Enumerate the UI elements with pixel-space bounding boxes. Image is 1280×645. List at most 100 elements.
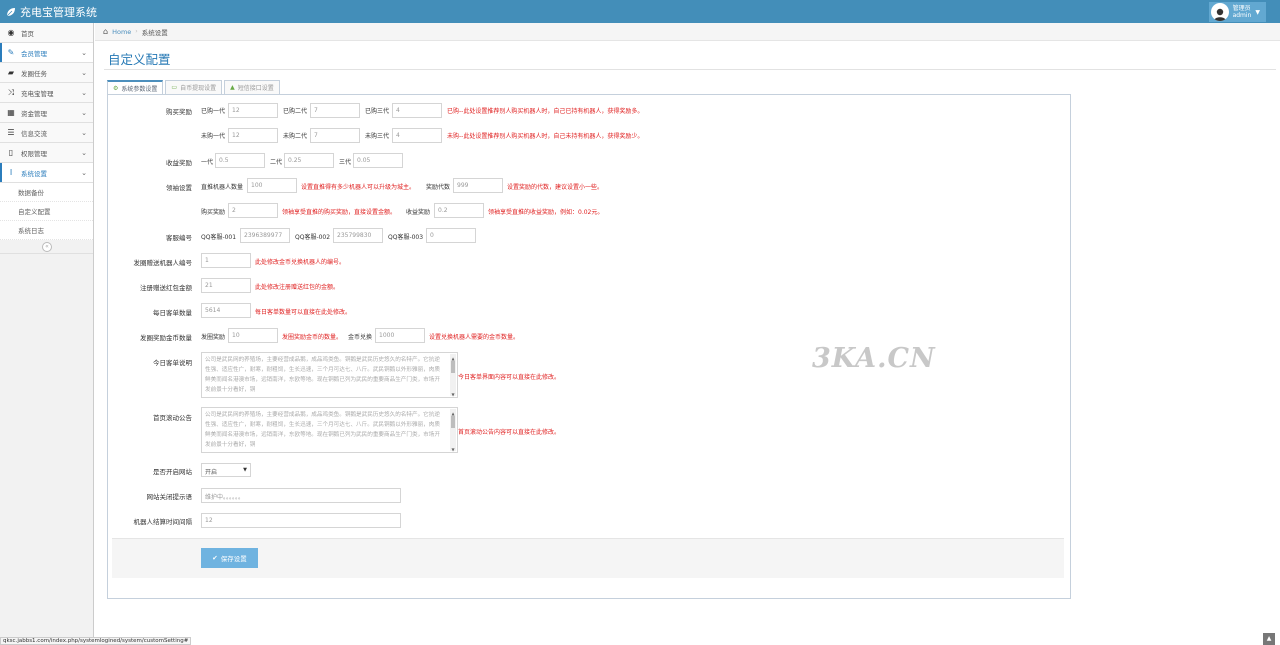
sidebar-item-home[interactable]: ◉ 首页 (0, 23, 93, 43)
site-open-select[interactable]: 开启 ▼ (201, 463, 251, 477)
leader-direct-count-input[interactable]: 100 (247, 178, 297, 193)
sidebar-item-label: 发圈任务 (21, 69, 47, 78)
settings-tabs: ⚙ 系统参数设置 ▭ 自币提现设置 ▲ 短信接口设置 (107, 80, 282, 95)
sidebar-item-label: 资金管理 (21, 109, 47, 118)
page-title: 自定义配置 (108, 52, 171, 67)
book-icon: ▰ (7, 68, 15, 77)
purchase-bought-2-input[interactable]: 7 (310, 103, 360, 118)
chevron-down-icon: ⌄ (81, 148, 87, 157)
robot-settle-label: 机器人结算时间间隔 (133, 518, 193, 526)
status-url: qksc.jabbs1.com/index.php/systemlogined/… (0, 637, 192, 645)
income-3-input[interactable]: 0.05 (353, 153, 403, 168)
scroll-top-icon[interactable]: ▲ (1263, 633, 1275, 645)
today-desc-textarea[interactable]: 公司是武民网的养殖场，主要经营成品鹅，成品鸡类鱼。铜鹅是武民历史悠久的名特产。它… (201, 352, 458, 398)
tab-sms[interactable]: ▲ 短信接口设置 (224, 80, 280, 94)
share-coins-exchange-input[interactable]: 1000 (375, 328, 425, 343)
daily-orders-label: 每日客单数量 (153, 309, 192, 317)
sidebar-item-system[interactable]: Ⅰ 系统设置 ⌄ (0, 163, 93, 183)
purchase-unbought-2-input[interactable]: 7 (310, 128, 360, 143)
leader-income-hint: 领袖享受直推的收益奖励，例如：0.02元。 (488, 209, 604, 216)
sidebar-item-label: 会员管理 (21, 49, 47, 58)
file-icon: ▯ (8, 148, 14, 157)
share-coins-reward-input[interactable]: 10 (228, 328, 278, 343)
user-menu[interactable]: 管理员 admin ▼ (1208, 2, 1266, 22)
tab-withdraw[interactable]: ▭ 自币提现设置 (165, 80, 223, 94)
leaf-icon (6, 8, 15, 17)
sidebar-item-label: 权限管理 (21, 149, 47, 158)
breadcrumb-home-link[interactable]: Home (112, 28, 131, 36)
purchase-unbought-2-prefix: 未购二代 (283, 133, 308, 140)
sidebar-item-powerbank[interactable]: ⤨ 充电宝管理 ⌄ (0, 83, 93, 103)
service-qq-3-input[interactable]: 0 (426, 228, 476, 243)
credit-card-icon: ▭ (171, 84, 178, 91)
sidebar-item-label: 首页 (21, 29, 34, 38)
purchase-unbought-hint: 未购--此处设置推荐别人购买机器人时，自己未持有机器人，获得奖励少。 (447, 133, 644, 140)
tab-system-params[interactable]: ⚙ 系统参数设置 (107, 80, 164, 95)
chevron-down-icon: ⌄ (81, 68, 87, 77)
chevron-down-icon: ⌄ (81, 128, 87, 137)
breadcrumb: ⌂ Home › 系统设置 (95, 23, 1280, 41)
home-notice-textarea[interactable]: 公司是武民网的养殖场，主要经营成品鹅，成品鸡类鱼。铜鹅是武民历史悠久的名特产。它… (201, 407, 458, 453)
purchase-bought-1-prefix: 已购一代 (201, 108, 226, 115)
purchase-unbought-3-input[interactable]: 4 (392, 128, 442, 143)
leader-direct-count-prefix: 直推机器人数量 (201, 184, 244, 191)
cogs-icon: ⚙ (113, 85, 119, 92)
income-1-input[interactable]: 0.5 (215, 153, 265, 168)
sidebar-item-messages[interactable]: ☰ 信息交流 ⌄ (0, 123, 93, 143)
income-2-input[interactable]: 0.25 (284, 153, 334, 168)
register-bonus-input[interactable]: 21 (201, 278, 251, 293)
sidebar-item-tasks[interactable]: ▰ 发圈任务 ⌄ (0, 63, 93, 83)
tab-label: 自币提现设置 (180, 85, 217, 92)
purchase-unbought-1-input[interactable]: 12 (228, 128, 278, 143)
share-robot-input[interactable]: 1 (201, 253, 251, 268)
textarea-scrollbar[interactable]: ▲ ▼ (450, 354, 456, 397)
service-qq-2-input[interactable]: 235799830 (333, 228, 383, 243)
sidebar-subitem-logs[interactable]: 系统日志 (0, 221, 93, 240)
daily-orders-input[interactable]: 5614 (201, 303, 251, 318)
leader-generations-input[interactable]: 999 (453, 178, 503, 193)
title-divider (104, 69, 1276, 70)
service-qq-1-input[interactable]: 2396389977 (240, 228, 290, 243)
leader-generations-prefix: 奖励代数 (426, 184, 451, 191)
brand-title: 充电宝管理系统 (20, 6, 97, 19)
purchase-bought-3-input[interactable]: 4 (392, 103, 442, 118)
home-notice-label: 首页滚动公告 (153, 414, 192, 422)
textarea-scrollbar[interactable]: ▲ ▼ (450, 409, 456, 452)
share-coins-reward-hint: 发圈奖励金币的数量。 (282, 334, 343, 341)
tab-label: 短信接口设置 (237, 85, 274, 92)
caret-down-icon: ▼ (1255, 8, 1260, 16)
chevron-down-icon: ⌄ (81, 88, 87, 97)
user-name: admin (1232, 12, 1252, 19)
close-tip-input[interactable]: 维护中。。。。。。 (201, 488, 401, 503)
user-role: 管理员 (1232, 5, 1251, 12)
sidebar-collapse: « (0, 240, 93, 254)
save-button-label: 保存设置 (220, 555, 247, 563)
sidebar-item-permissions[interactable]: ▯ 权限管理 ⌄ (0, 143, 93, 163)
leader-purchase-prefix: 购买奖励 (201, 209, 226, 216)
sidebar-subitem-backup[interactable]: 数据备份 (0, 183, 93, 202)
register-bonus-label: 注册赠送红包金额 (140, 284, 192, 292)
purchase-bought-1-input[interactable]: 12 (228, 103, 278, 118)
leader-income-input[interactable]: 0.2 (434, 203, 484, 218)
brand[interactable]: 充电宝管理系统 (6, 4, 97, 20)
leader-income-prefix: 收益奖励 (406, 209, 431, 216)
income-1-prefix: 一代 (201, 159, 214, 166)
leader-label: 领袖设置 (166, 184, 192, 192)
tab-label: 系统参数设置 (121, 86, 158, 93)
robot-settle-input[interactable]: 12 (201, 513, 401, 528)
sidebar-subitem-custom-config[interactable]: 自定义配置 (0, 202, 93, 221)
tachometer-icon: ◉ (7, 28, 15, 37)
save-button[interactable]: ✔ 保存设置 (201, 548, 258, 568)
purchase-unbought-1-prefix: 未购一代 (201, 133, 226, 140)
list-icon: ☰ (7, 128, 15, 137)
sidebar-item-label: 充电宝管理 (21, 89, 54, 98)
sidebar-item-funds[interactable]: ▦ 资金管理 ⌄ (0, 103, 93, 123)
sidebar-item-members[interactable]: ✎ 会员管理 ⌄ (0, 43, 93, 63)
chevron-down-icon: ⌄ (81, 48, 87, 57)
today-desc-hint: 今日客单界面内容可以直接在此修改。 (458, 374, 561, 381)
share-coins-label: 发圈奖励金币数量 (140, 334, 192, 342)
leader-purchase-input[interactable]: 2 (228, 203, 278, 218)
breadcrumb-current: 系统设置 (141, 28, 168, 37)
double-chevron-left-icon[interactable]: « (42, 242, 52, 252)
purchase-bought-hint: 已购--此处设置推荐别人购买机器人时，自己已持有机器人，获得奖励多。 (447, 108, 644, 115)
